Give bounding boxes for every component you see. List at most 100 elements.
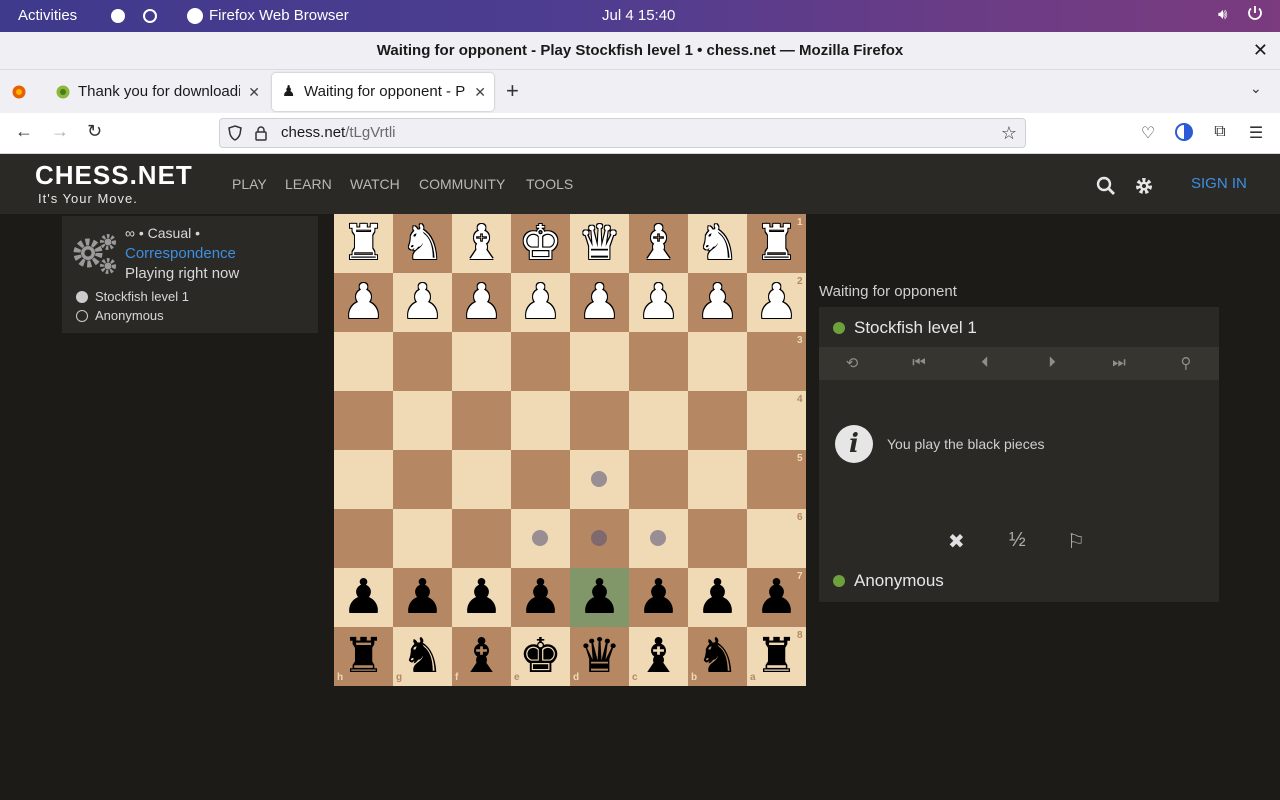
nav-community[interactable]: COMMUNITY [419,176,505,192]
next-move-icon[interactable]: ⏵ [1040,354,1064,371]
white-piece-b2[interactable]: ♟ [688,273,747,332]
square-g6[interactable] [393,509,452,568]
new-tab-button[interactable]: + [506,78,519,104]
url-text[interactable]: chess.net/tLgVrtli [281,119,396,147]
square-b6[interactable] [688,509,747,568]
square-e3[interactable] [511,332,570,391]
black-piece-h7[interactable]: ♟ [334,568,393,627]
move-hint-dot[interactable] [532,530,548,546]
square-c4[interactable] [629,391,688,450]
resign-flag-icon[interactable]: ⚐ [1067,529,1085,554]
reload-button[interactable]: ↻ [87,121,102,142]
white-piece-d1[interactable]: ♛ [570,214,629,273]
square-b5[interactable] [688,450,747,509]
white-piece-f2[interactable]: ♟ [452,273,511,332]
square-h3[interactable] [334,332,393,391]
close-tab-icon[interactable]: ✕ [248,73,260,111]
offer-draw-button[interactable]: ½ [1009,529,1026,552]
previous-move-icon[interactable]: ⏴ [973,354,997,371]
correspondence-link[interactable]: Correspondence [125,245,236,262]
back-button[interactable]: ← [15,121,33,142]
nav-learn[interactable]: LEARN [285,176,332,192]
workspace-indicator-active[interactable] [111,9,125,23]
black-piece-c7[interactable]: ♟ [629,568,688,627]
square-d3[interactable] [570,332,629,391]
nav-tools[interactable]: TOOLS [526,176,573,192]
black-piece-f7[interactable]: ♟ [452,568,511,627]
settings-gear-icon[interactable] [1134,176,1154,196]
extensions-icon[interactable]: ⧉ [1210,123,1230,143]
address-bar[interactable]: chess.net/tLgVrtli ☆ [219,118,1026,148]
square-e4[interactable] [511,391,570,450]
activities-button[interactable]: Activities [18,7,77,24]
square-h5[interactable] [334,450,393,509]
white-piece-c2[interactable]: ♟ [629,273,688,332]
square-c3[interactable] [629,332,688,391]
nav-play[interactable]: PLAY [232,176,267,192]
flip-board-icon[interactable]: ⟲ [840,354,864,372]
square-c5[interactable] [629,450,688,509]
tracking-protection-icon[interactable] [228,125,242,141]
white-piece-h1[interactable]: ♜ [334,214,393,273]
white-piece-e1[interactable]: ♚ [511,214,570,273]
black-piece-e7[interactable]: ♟ [511,568,570,627]
square-f3[interactable] [452,332,511,391]
list-all-tabs-icon[interactable]: ⌄ [1250,80,1262,97]
pocket-icon[interactable]: ♡ [1138,123,1158,143]
workspace-indicator[interactable] [143,9,157,23]
nav-watch[interactable]: WATCH [350,176,400,192]
square-h4[interactable] [334,391,393,450]
square-g5[interactable] [393,450,452,509]
white-piece-b1[interactable]: ♞ [688,214,747,273]
firefox-view-button[interactable] [0,73,40,111]
abort-game-icon[interactable]: ✖ [948,529,965,554]
bookmark-star-icon[interactable]: ☆ [1001,119,1017,147]
square-g4[interactable] [393,391,452,450]
white-piece-c1[interactable]: ♝ [629,214,688,273]
forward-button[interactable]: → [51,121,69,142]
square-f6[interactable] [452,509,511,568]
square-b4[interactable] [688,391,747,450]
white-piece-d2[interactable]: ♟ [570,273,629,332]
square-d4[interactable] [570,391,629,450]
power-icon[interactable] [1246,4,1264,22]
move-hint-dot[interactable] [650,530,666,546]
square-f4[interactable] [452,391,511,450]
black-piece-f8[interactable]: ♝ [452,627,511,686]
black-piece-g7[interactable]: ♟ [393,568,452,627]
move-hint-dot[interactable] [591,471,607,487]
close-window-button[interactable]: ✕ [1253,32,1268,69]
lock-icon[interactable] [254,125,268,141]
white-piece-f1[interactable]: ♝ [452,214,511,273]
sign-in-link[interactable]: SIGN IN [1191,175,1247,192]
square-f5[interactable] [452,450,511,509]
player-list-item[interactable]: Stockfish level 1 [76,289,189,304]
square-h6[interactable] [334,509,393,568]
square-b3[interactable] [688,332,747,391]
app-menu-icon[interactable]: ☰ [1246,123,1266,143]
black-piece-b7[interactable]: ♟ [688,568,747,627]
chess-net-logo[interactable]: CHESS.NET [35,160,193,191]
white-piece-g2[interactable]: ♟ [393,273,452,332]
tab-firefox-download[interactable]: Thank you for downloading Firefox ✕ [46,73,268,111]
clock[interactable]: Jul 4 15:40 [602,7,675,24]
last-move-icon[interactable]: ⏭ [1107,354,1131,371]
square-e5[interactable] [511,450,570,509]
square-g3[interactable] [393,332,452,391]
tab-chess-game[interactable]: ♟ Waiting for opponent - Play Stockfish … [272,73,494,111]
opponent-name[interactable]: Stockfish level 1 [854,318,977,338]
volume-icon[interactable]: 🔊︎ [1218,6,1227,23]
search-icon[interactable] [1096,176,1116,196]
white-piece-e2[interactable]: ♟ [511,273,570,332]
white-piece-g1[interactable]: ♞ [393,214,452,273]
black-piece-d7[interactable]: ♟ [570,568,629,627]
dark-mode-icon[interactable] [1174,122,1194,142]
close-tab-icon[interactable]: ✕ [474,73,486,111]
player-name[interactable]: Anonymous [854,571,944,591]
white-piece-h2[interactable]: ♟ [334,273,393,332]
chess-board[interactable]: ♜ ♞ ♝ ♚ ♛ ♝ ♞ ♜ 1 ♟ ♟ ♟ ♟ ♟ ♟ ♟ ♟ 2 3 4 5 6 ♟ ♟ ♟ ♟ ♟ ♟ ♟ ♟ 7 ♜ h ♞ g ♝ f ♚ e ♛… [334,214,806,686]
player-list-item[interactable]: Anonymous [76,308,164,323]
app-menu[interactable]: Firefox Web Browser [209,7,349,24]
first-move-icon[interactable]: ⏮ [907,354,931,371]
move-hint-dot[interactable] [591,530,607,546]
